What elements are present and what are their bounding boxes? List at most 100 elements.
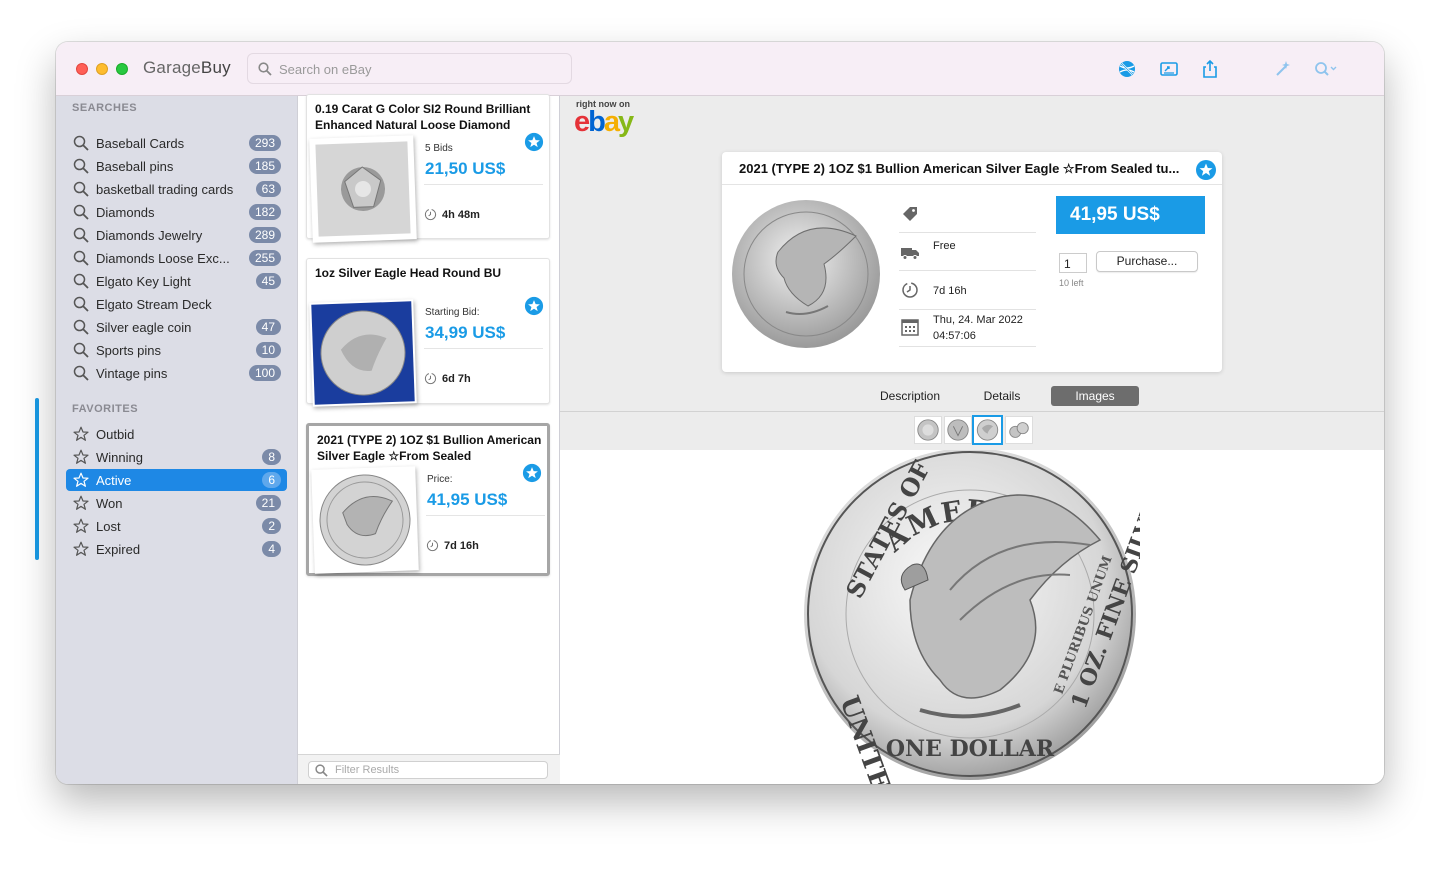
- search-icon: [73, 204, 89, 220]
- search-icon: [73, 319, 89, 335]
- zoom-window-button[interactable]: [116, 63, 128, 75]
- search-placeholder: Search on eBay: [279, 62, 372, 77]
- row-divider: [899, 270, 1036, 271]
- count-badge: 10: [255, 342, 281, 358]
- result-title: 0.19 Carat G Color SI2 Round Brilliant E…: [315, 102, 531, 132]
- share-icon[interactable]: [1199, 58, 1221, 80]
- sidebar-favorite-item[interactable]: Lost 2: [66, 515, 287, 537]
- item-photo[interactable]: [728, 194, 884, 356]
- result-title: 1oz Silver Eagle Head Round BU: [315, 266, 502, 280]
- result-card[interactable]: 0.19 Carat G Color SI2 Round Brilliant E…: [306, 94, 550, 243]
- card-divider: [426, 515, 545, 516]
- tab-images[interactable]: Images: [1051, 386, 1139, 406]
- sidebar-item-label: Vintage pins: [96, 366, 168, 381]
- search-icon: [315, 764, 328, 777]
- search-icon: [73, 250, 89, 266]
- window-focus-accent: [35, 398, 39, 560]
- result-thumbnail: [309, 299, 417, 407]
- ebay-search-field[interactable]: Search on eBay: [247, 53, 572, 84]
- sidebar: SEARCHES Baseball Cards 293 Baseball pins 1…: [56, 96, 298, 784]
- tab-details[interactable]: Details: [970, 386, 1034, 406]
- filter-results-field[interactable]: Filter Results: [308, 761, 548, 779]
- clock-icon: [424, 372, 437, 385]
- search-icon: [258, 62, 272, 76]
- minimize-window-button[interactable]: [96, 63, 108, 75]
- result-card[interactable]: 1oz Silver Eagle Head Round BU Starting B…: [306, 258, 550, 407]
- bid-type-label: Starting Bid:: [425, 307, 480, 318]
- result-time-left: 6d 7h: [442, 373, 471, 385]
- favorite-star-icon[interactable]: [524, 132, 544, 152]
- quantity-field[interactable]: 1: [1059, 253, 1087, 273]
- sidebar-favorite-item[interactable]: Outbid: [66, 423, 287, 445]
- sidebar-search-item[interactable]: Diamonds Jewelry 289: [66, 224, 287, 246]
- search-icon: [73, 227, 89, 243]
- sidebar-item-label: Lost: [96, 519, 121, 534]
- bid-type-label: 5 Bids: [425, 143, 453, 154]
- sidebar-favorite-item[interactable]: Won 21: [66, 492, 287, 514]
- result-time-left: 7d 16h: [444, 540, 479, 552]
- search-icon: [73, 342, 89, 358]
- coin-image[interactable]: AMERICA STATES OF UNITED ONE DOLLAR 1 OZ…: [800, 450, 1140, 784]
- count-badge: 182: [248, 204, 281, 220]
- image-thumbnail[interactable]: [944, 416, 972, 444]
- card-divider: [424, 348, 543, 349]
- sidebar-search-item[interactable]: Elgato Stream Deck: [66, 293, 287, 315]
- globe-icon[interactable]: [1116, 58, 1138, 80]
- sidebar-search-item[interactable]: Baseball Cards 293: [66, 132, 287, 154]
- magic-wand-icon[interactable]: [1271, 58, 1293, 80]
- sidebar-search-item[interactable]: Sports pins 10: [66, 339, 287, 361]
- star-icon: [73, 541, 89, 557]
- sidebar-favorite-item[interactable]: Active 6: [66, 469, 287, 491]
- sidebar-item-label: Outbid: [96, 427, 135, 442]
- clock-icon: [426, 539, 439, 552]
- sidebar-search-item[interactable]: Diamonds Loose Exc... 255: [66, 247, 287, 269]
- sidebar-item-label: Baseball pins: [96, 159, 174, 174]
- result-price: 34,99 US$: [425, 323, 506, 342]
- item-price: 41,95 US$: [1056, 196, 1205, 234]
- search-icon: [73, 365, 89, 381]
- item-title[interactable]: 2021 (TYPE 2) 1OZ $1 Bullion American Si…: [739, 161, 1199, 177]
- titlebar: GarageBuy Search on eBay: [56, 42, 1384, 96]
- image-thumbnail-selected[interactable]: [972, 415, 1003, 445]
- count-badge: 2: [262, 518, 281, 534]
- close-window-button[interactable]: [76, 63, 88, 75]
- sidebar-favorite-item[interactable]: Expired 4: [66, 538, 287, 560]
- count-badge: 100: [248, 365, 281, 381]
- search-icon: [73, 181, 89, 197]
- favorite-star-icon[interactable]: [524, 296, 544, 316]
- sidebar-item-label: Elgato Key Light: [96, 274, 191, 289]
- sidebar-favorite-item[interactable]: Winning 8: [66, 446, 287, 468]
- sidebar-item-label: Baseball Cards: [96, 136, 185, 151]
- sidebar-search-item[interactable]: Elgato Key Light 45: [66, 270, 287, 292]
- count-badge: 255: [248, 250, 281, 266]
- search-menu-icon[interactable]: [1312, 58, 1340, 80]
- result-card[interactable]: 2021 (TYPE 2) 1OZ $1 Bullion American Si…: [306, 423, 550, 576]
- favorite-star-icon[interactable]: [1195, 159, 1217, 181]
- count-badge: 6: [262, 472, 281, 488]
- ebay-logo[interactable]: ebay: [574, 106, 634, 139]
- favorite-star-icon[interactable]: [522, 463, 542, 483]
- results-list: 0.19 Carat G Color SI2 Round Brilliant E…: [298, 94, 560, 784]
- sidebar-search-item[interactable]: basketball trading cards 63: [66, 178, 287, 200]
- star-icon: [73, 426, 89, 442]
- detail-tabs: Description Details Images: [560, 386, 1384, 410]
- sidebar-search-item[interactable]: Diamonds 182: [66, 201, 287, 223]
- sidebar-search-item[interactable]: Silver eagle coin 47: [66, 316, 287, 338]
- purchase-button[interactable]: Purchase...: [1096, 251, 1198, 272]
- sidebar-search-item[interactable]: Vintage pins 100: [66, 362, 287, 384]
- search-icon: [73, 296, 89, 312]
- star-icon: [73, 472, 89, 488]
- sidebar-toggle-icon[interactable]: [1158, 58, 1180, 80]
- sidebar-search-item[interactable]: Baseball pins 185: [66, 155, 287, 177]
- sidebar-item-label: Won: [96, 496, 123, 511]
- tab-description[interactable]: Description: [866, 386, 954, 406]
- time-left: 7d 16h: [933, 285, 967, 297]
- result-thumbnail: [311, 466, 419, 574]
- image-thumbnail[interactable]: [1005, 416, 1033, 444]
- title-separator: [722, 184, 1222, 185]
- image-thumbnail[interactable]: [914, 416, 942, 444]
- result-price: 41,95 US$: [427, 490, 508, 509]
- favorites-header: FAVORITES: [72, 403, 139, 415]
- star-icon: [73, 518, 89, 534]
- count-badge: 45: [255, 273, 281, 289]
